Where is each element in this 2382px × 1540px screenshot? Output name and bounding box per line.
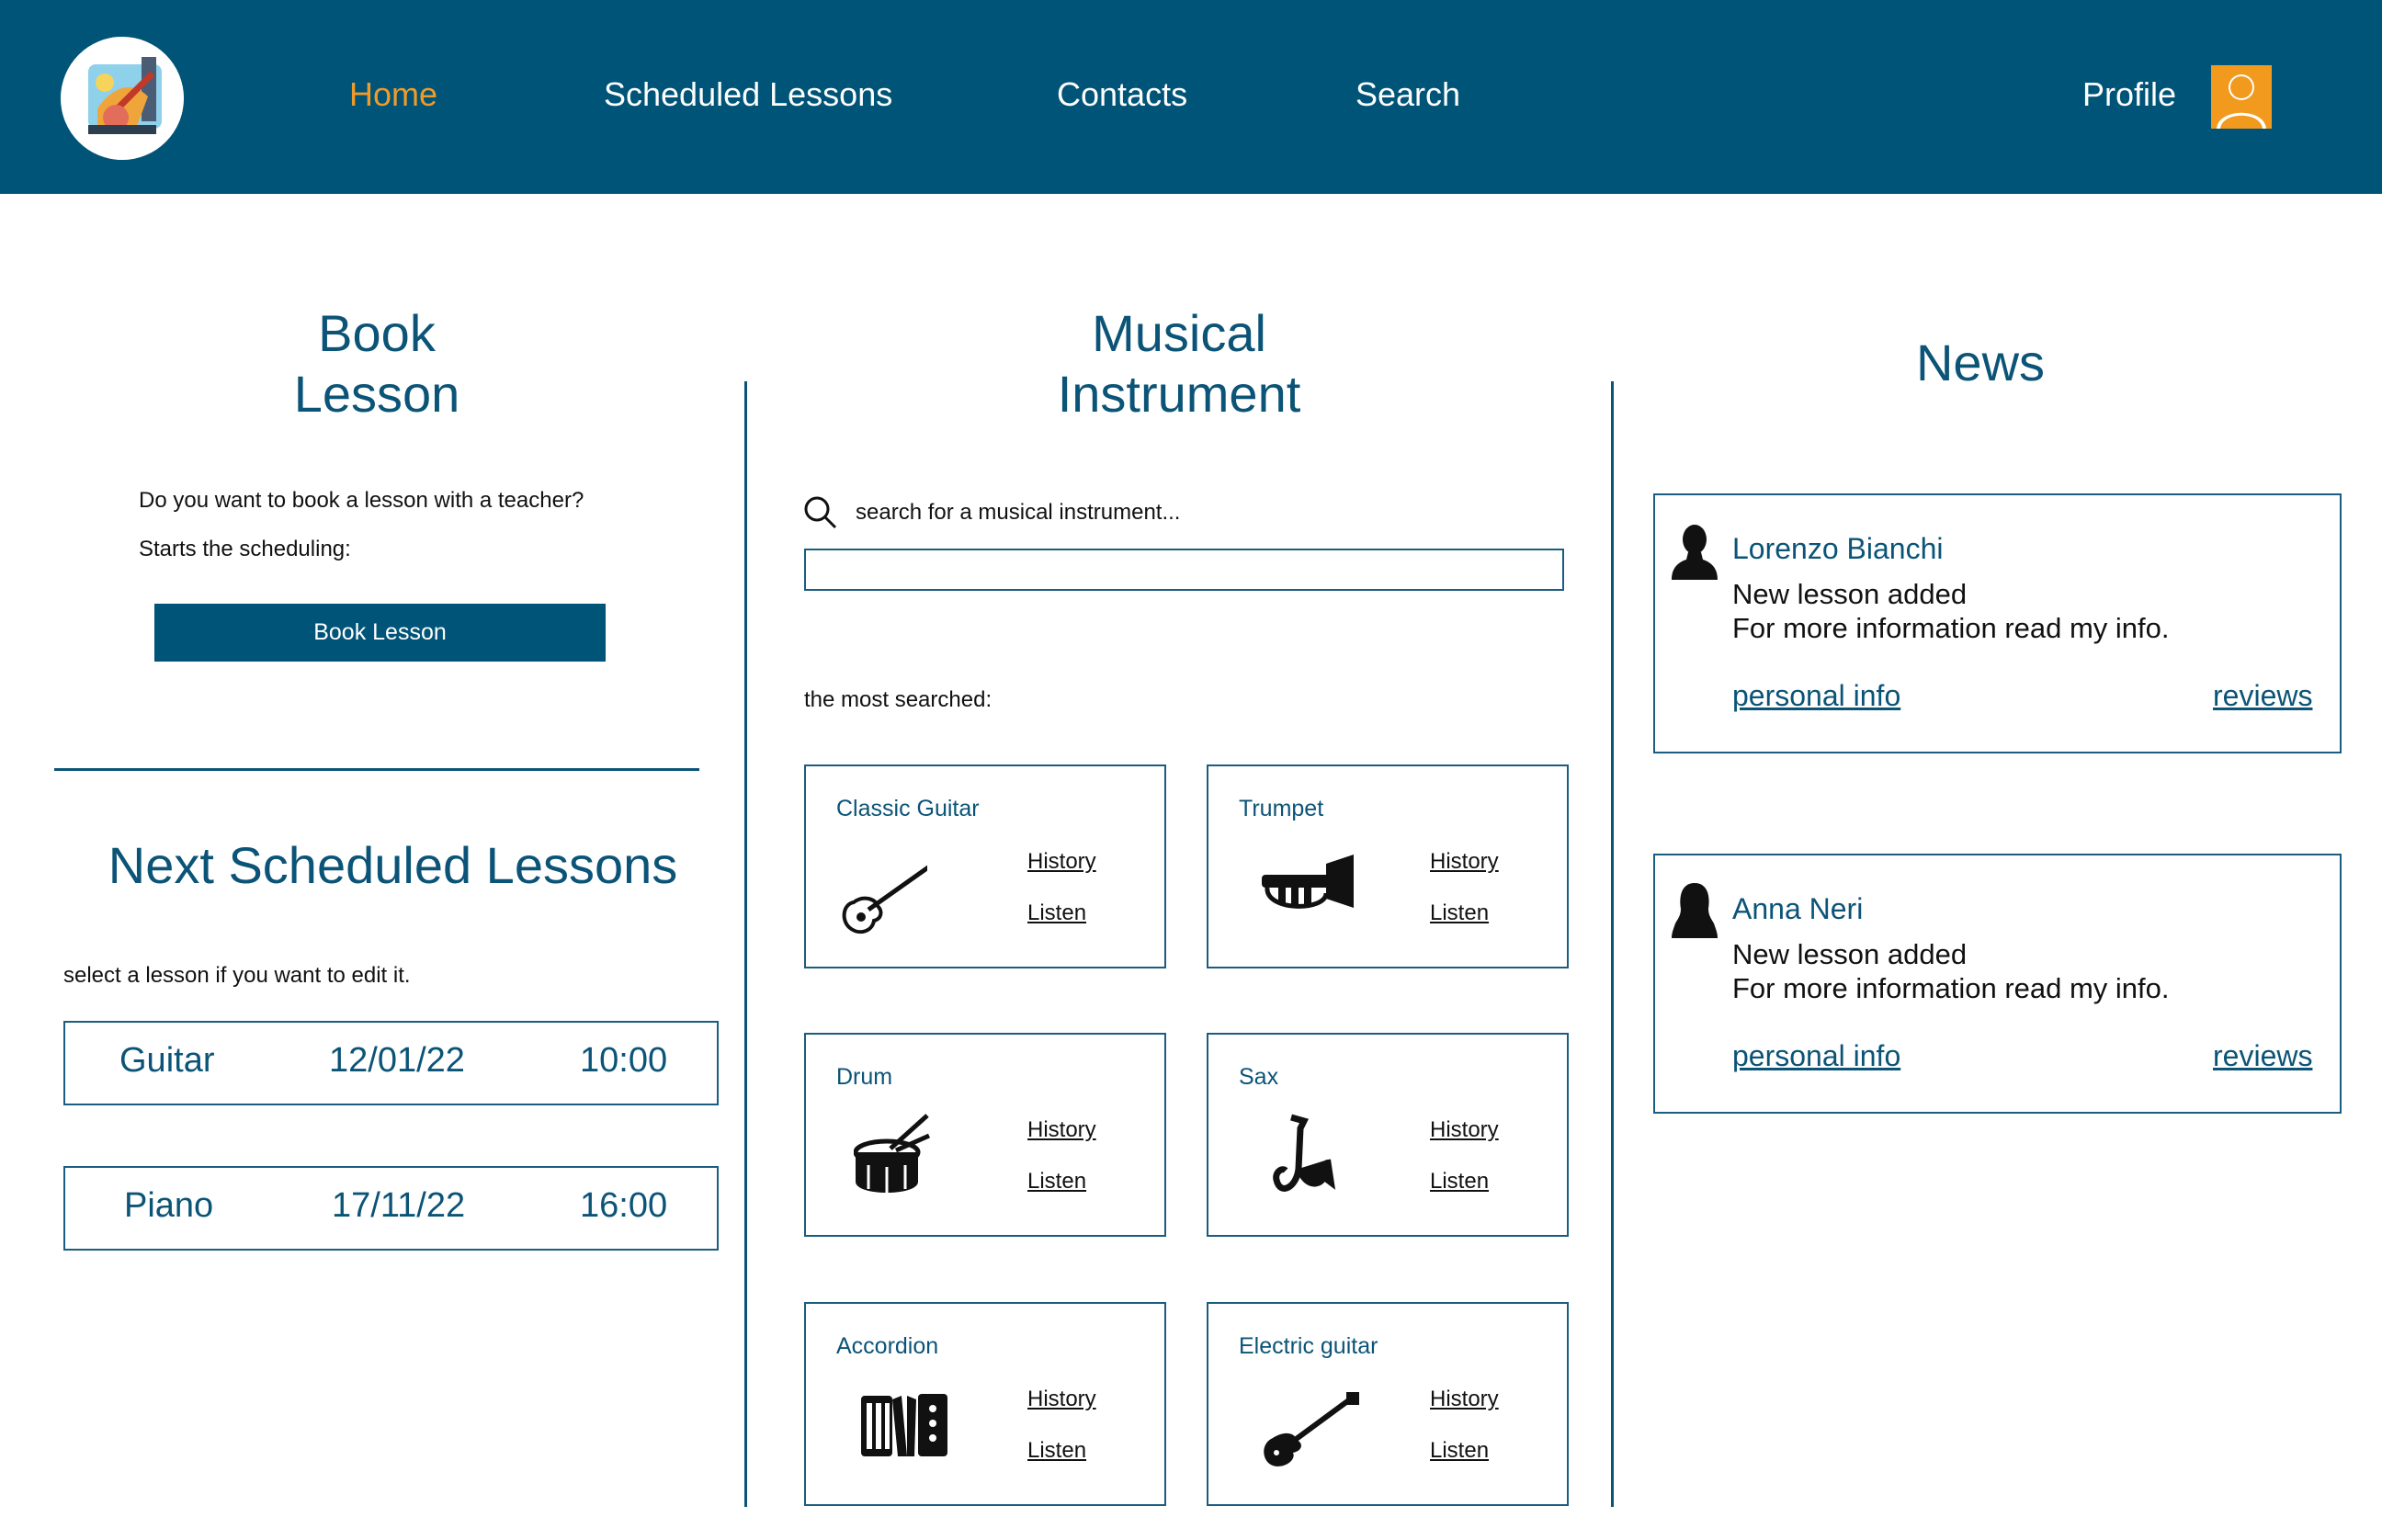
news-message-detail: For more information read my info. [1732,972,2170,1004]
card-title: Classic Guitar [836,796,980,821]
instrument-card-drum[interactable]: Drum History Listen [804,1033,1166,1237]
search-label: search for a musical instrument... [856,500,1181,525]
musical-instrument-title-line1: Musical [1092,304,1266,362]
lesson-date: 17/11/22 [332,1186,466,1225]
listen-link[interactable]: Listen [1430,1438,1489,1464]
female-silhouette-icon [1670,881,1719,938]
listen-link[interactable]: Listen [1027,1169,1086,1195]
listen-link[interactable]: Listen [1027,900,1086,926]
nav-profile[interactable]: Profile [2082,75,2176,114]
accordion-icon [861,1392,953,1484]
history-link[interactable]: History [1430,849,1499,875]
top-navbar: Home Scheduled Lessons Contacts Search P… [0,0,2382,194]
reviews-link[interactable]: reviews [2213,679,2312,713]
lesson-date: 12/01/22 [329,1041,465,1080]
news-message: New lesson added [1732,938,1968,970]
listen-link[interactable]: Listen [1430,900,1489,926]
history-link[interactable]: History [1430,1117,1499,1143]
instrument-card-electric-guitar[interactable]: Electric guitar History Listen [1207,1302,1569,1506]
news-message: New lesson added [1732,578,1968,610]
section-divider [54,768,699,771]
sax-icon [1273,1114,1365,1206]
musical-instrument-title-line2: Instrument [1057,365,1301,423]
book-lesson-title-line1: Book [318,304,436,362]
book-lesson-prompt: Starts the scheduling: [139,537,351,561]
card-title: Sax [1239,1064,1279,1090]
news-item-lorenzo: Lorenzo Bianchi New lesson added For mor… [1653,493,2342,753]
news-message-detail: For more information read my info. [1732,612,2170,644]
column-divider-left [744,381,747,1507]
book-lesson-title: Book Lesson [193,303,561,425]
reviews-link[interactable]: reviews [2213,1039,2312,1073]
nav-scheduled-lessons[interactable]: Scheduled Lessons [604,75,892,114]
news-item-anna: Anna Neri New lesson added For more info… [1653,854,2342,1114]
card-title: Accordion [836,1333,939,1359]
instrument-search-input[interactable] [804,549,1564,591]
most-searched-label: the most searched: [804,687,992,712]
card-title: Trumpet [1239,796,1324,821]
personal-info-link[interactable]: personal info [1732,1039,1900,1073]
instrument-card-sax[interactable]: Sax History Listen [1207,1033,1569,1237]
history-link[interactable]: History [1027,849,1096,875]
card-title: Electric guitar [1239,1333,1378,1359]
card-title: Drum [836,1064,893,1090]
instrument-card-trumpet[interactable]: Trumpet History Listen [1207,764,1569,968]
next-lessons-hint: select a lesson if you want to edit it. [63,963,411,988]
nav-home[interactable]: Home [349,75,437,114]
lesson-instrument: Piano [124,1186,214,1225]
news-author[interactable]: Lorenzo Bianchi [1732,532,1943,566]
instrument-card-accordion[interactable]: Accordion History Listen [804,1302,1166,1506]
user-avatar-icon[interactable] [2211,65,2272,129]
listen-link[interactable]: Listen [1027,1438,1086,1464]
lesson-time: 10:00 [580,1041,668,1080]
column-divider-right [1611,381,1614,1507]
trumpet-icon [1262,847,1354,939]
lesson-row-guitar[interactable]: Guitar 12/01/22 10:00 [63,1021,719,1105]
personal-info-link[interactable]: personal info [1732,679,1900,713]
classic-guitar-icon [835,845,954,939]
search-icon [803,495,838,530]
news-author[interactable]: Anna Neri [1732,892,1863,926]
history-link[interactable]: History [1027,1387,1096,1412]
history-link[interactable]: History [1430,1387,1499,1412]
nav-search[interactable]: Search [1355,75,1460,114]
book-lesson-title-line2: Lesson [293,365,460,423]
listen-link[interactable]: Listen [1430,1169,1489,1195]
news-title: News [1915,334,2046,391]
instrument-card-classic-guitar[interactable]: Classic Guitar History Listen [804,764,1166,968]
musical-instrument-title: Musical Instrument [995,303,1363,425]
lesson-row-piano[interactable]: Piano 17/11/22 16:00 [63,1166,719,1251]
lesson-instrument: Guitar [119,1041,215,1080]
electric-guitar-icon [1260,1392,1359,1484]
drum-icon [853,1108,946,1200]
nav-contacts[interactable]: Contacts [1057,75,1187,114]
history-link[interactable]: History [1027,1117,1096,1143]
next-lessons-title: Next Scheduled Lessons [108,836,678,894]
music-logo[interactable] [61,37,184,160]
book-lesson-button[interactable]: Book Lesson [154,604,606,662]
book-lesson-question: Do you want to book a lesson with a teac… [139,488,584,513]
lesson-time: 16:00 [580,1186,668,1225]
male-silhouette-icon [1670,523,1719,580]
